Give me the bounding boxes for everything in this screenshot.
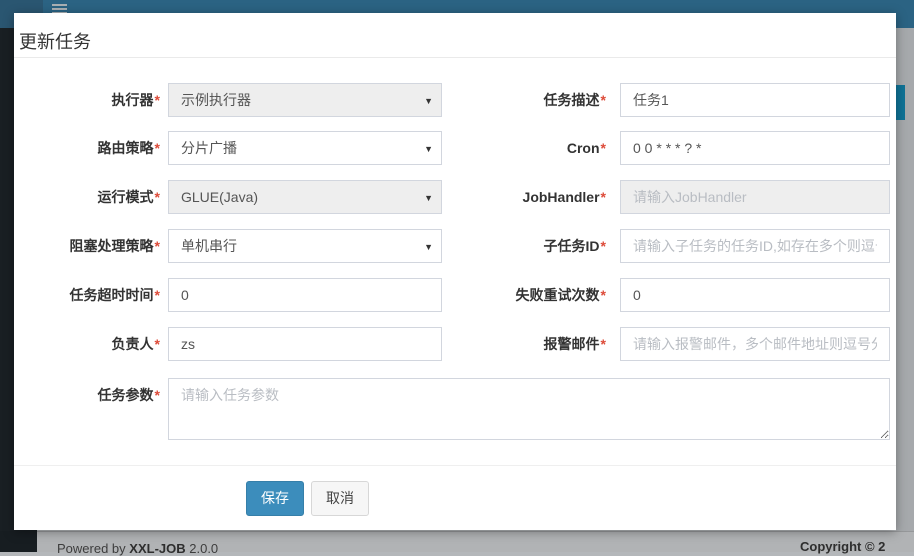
required-mark: * — [155, 336, 160, 352]
job-handler-label: JobHandler* — [314, 180, 606, 214]
required-mark: * — [155, 92, 160, 108]
sidebar-footer-block — [0, 531, 37, 552]
required-mark: * — [601, 140, 606, 156]
job-param-label: 任务参数* — [14, 378, 160, 412]
required-mark: * — [155, 189, 160, 205]
child-jobid-input[interactable] — [620, 229, 890, 263]
child-jobid-label: 子任务ID* — [314, 229, 606, 263]
update-job-modal: 更新任务 执行器* 示例执行器 ▼ 任务描述* 路由策略* 分片广播 ▼ — [14, 13, 896, 530]
required-mark: * — [155, 287, 160, 303]
cancel-button[interactable]: 取消 — [311, 481, 369, 516]
required-mark: * — [155, 387, 160, 403]
required-mark: * — [155, 140, 160, 156]
route-strategy-select-value: 分片广播 — [181, 140, 237, 156]
job-param-textarea[interactable] — [168, 378, 890, 440]
background-add-button-edge — [896, 85, 905, 120]
brand-label: XXL-JOB — [129, 541, 185, 556]
required-mark: * — [601, 287, 606, 303]
job-desc-input[interactable] — [620, 83, 890, 117]
page: Powered by XXL-JOB 2.0.0 Copyright © 2 更… — [0, 0, 914, 552]
executor-select-value: 示例执行器 — [181, 92, 251, 108]
glue-type-label: 运行模式* — [14, 180, 160, 214]
required-mark: * — [155, 238, 160, 254]
glue-type-select-value: GLUE(Java) — [181, 189, 258, 205]
block-strategy-select-value: 单机串行 — [181, 238, 237, 254]
version-label: 2.0.0 — [189, 541, 218, 556]
modal-title: 更新任务 — [19, 28, 91, 54]
timeout-label: 任务超时时间* — [14, 278, 160, 312]
job-desc-label: 任务描述* — [314, 83, 606, 117]
required-mark: * — [601, 92, 606, 108]
powered-by-label: Powered by — [57, 541, 126, 556]
required-mark: * — [601, 336, 606, 352]
alarm-email-input[interactable] — [620, 327, 890, 361]
fail-retry-label: 失败重试次数* — [314, 278, 606, 312]
modal-actions: 保存 取消 — [246, 481, 369, 516]
cron-input[interactable] — [620, 131, 890, 165]
cron-label: Cron* — [314, 131, 606, 165]
author-label: 负责人* — [14, 327, 160, 361]
required-mark: * — [601, 238, 606, 254]
fail-retry-input[interactable] — [620, 278, 890, 312]
modal-footer-divider — [14, 465, 896, 466]
route-strategy-label: 路由策略* — [14, 131, 160, 165]
job-handler-input[interactable] — [620, 180, 890, 214]
block-strategy-label: 阻塞处理策略* — [14, 229, 160, 263]
save-button[interactable]: 保存 — [246, 481, 304, 516]
executor-label: 执行器* — [14, 83, 160, 117]
required-mark: * — [601, 189, 606, 205]
header-divider — [14, 57, 896, 58]
powered-by-text: Powered by XXL-JOB 2.0.0 — [57, 541, 218, 556]
alarm-email-label: 报警邮件* — [314, 327, 606, 361]
page-footer: Powered by XXL-JOB 2.0.0 Copyright © 2 — [0, 531, 914, 552]
